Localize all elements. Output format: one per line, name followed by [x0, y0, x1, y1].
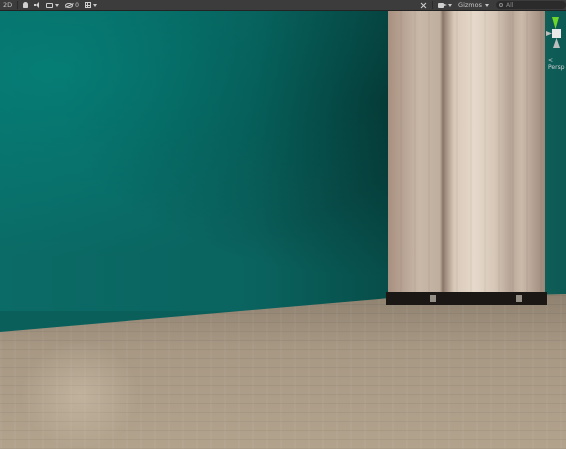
speaker-icon — [34, 2, 40, 8]
toolbar-divider — [17, 1, 19, 9]
gizmo-z-axis-icon[interactable] — [553, 38, 560, 48]
projection-toggle-label[interactable]: < Persp — [548, 57, 566, 71]
effects-dropdown-button[interactable] — [43, 0, 62, 10]
pillar-base-highlight — [516, 295, 522, 302]
scene-toolbar: 2D 0 Gizmos All — [0, 0, 566, 11]
gizmos-label: Gizmos — [458, 1, 482, 9]
grid-icon — [84, 2, 91, 8]
light-bulb-icon — [23, 2, 29, 8]
toggle-2d-button[interactable]: 2D — [0, 0, 15, 10]
grid-dropdown-button[interactable] — [82, 0, 100, 10]
toolbar-divider — [432, 1, 434, 9]
scene-search-input[interactable]: All — [496, 1, 566, 9]
effects-icon — [46, 2, 54, 8]
search-icon — [499, 3, 503, 7]
tools-icon — [420, 2, 427, 9]
chevron-down-icon — [55, 3, 60, 7]
tools-button[interactable] — [417, 0, 430, 10]
audio-toggle-button[interactable] — [31, 0, 43, 10]
pillar-base — [386, 292, 547, 305]
scene-viewport[interactable] — [0, 11, 566, 449]
eye-slash-icon — [65, 2, 74, 8]
chevron-down-icon — [92, 3, 97, 7]
camera-icon — [438, 2, 448, 8]
toggle-2d-label: 2D — [3, 1, 13, 9]
hidden-count-label: 0 — [75, 1, 79, 9]
pillar-base-highlight — [430, 295, 436, 302]
concrete-pillar — [388, 11, 545, 304]
gizmo-center-cube-icon[interactable] — [552, 29, 561, 38]
chevron-down-icon — [448, 3, 453, 7]
floor-reflection — [20, 341, 140, 449]
hidden-objects-button[interactable]: 0 — [62, 0, 82, 10]
lighting-toggle-button[interactable] — [20, 0, 31, 10]
scene-orientation-gizmo[interactable] — [546, 17, 566, 61]
camera-dropdown-button[interactable] — [435, 0, 455, 10]
search-placeholder: All — [506, 1, 514, 9]
gizmo-y-axis-icon[interactable] — [552, 17, 559, 29]
chevron-down-icon — [485, 3, 489, 7]
gizmos-dropdown-button[interactable]: Gizmos — [455, 0, 492, 10]
